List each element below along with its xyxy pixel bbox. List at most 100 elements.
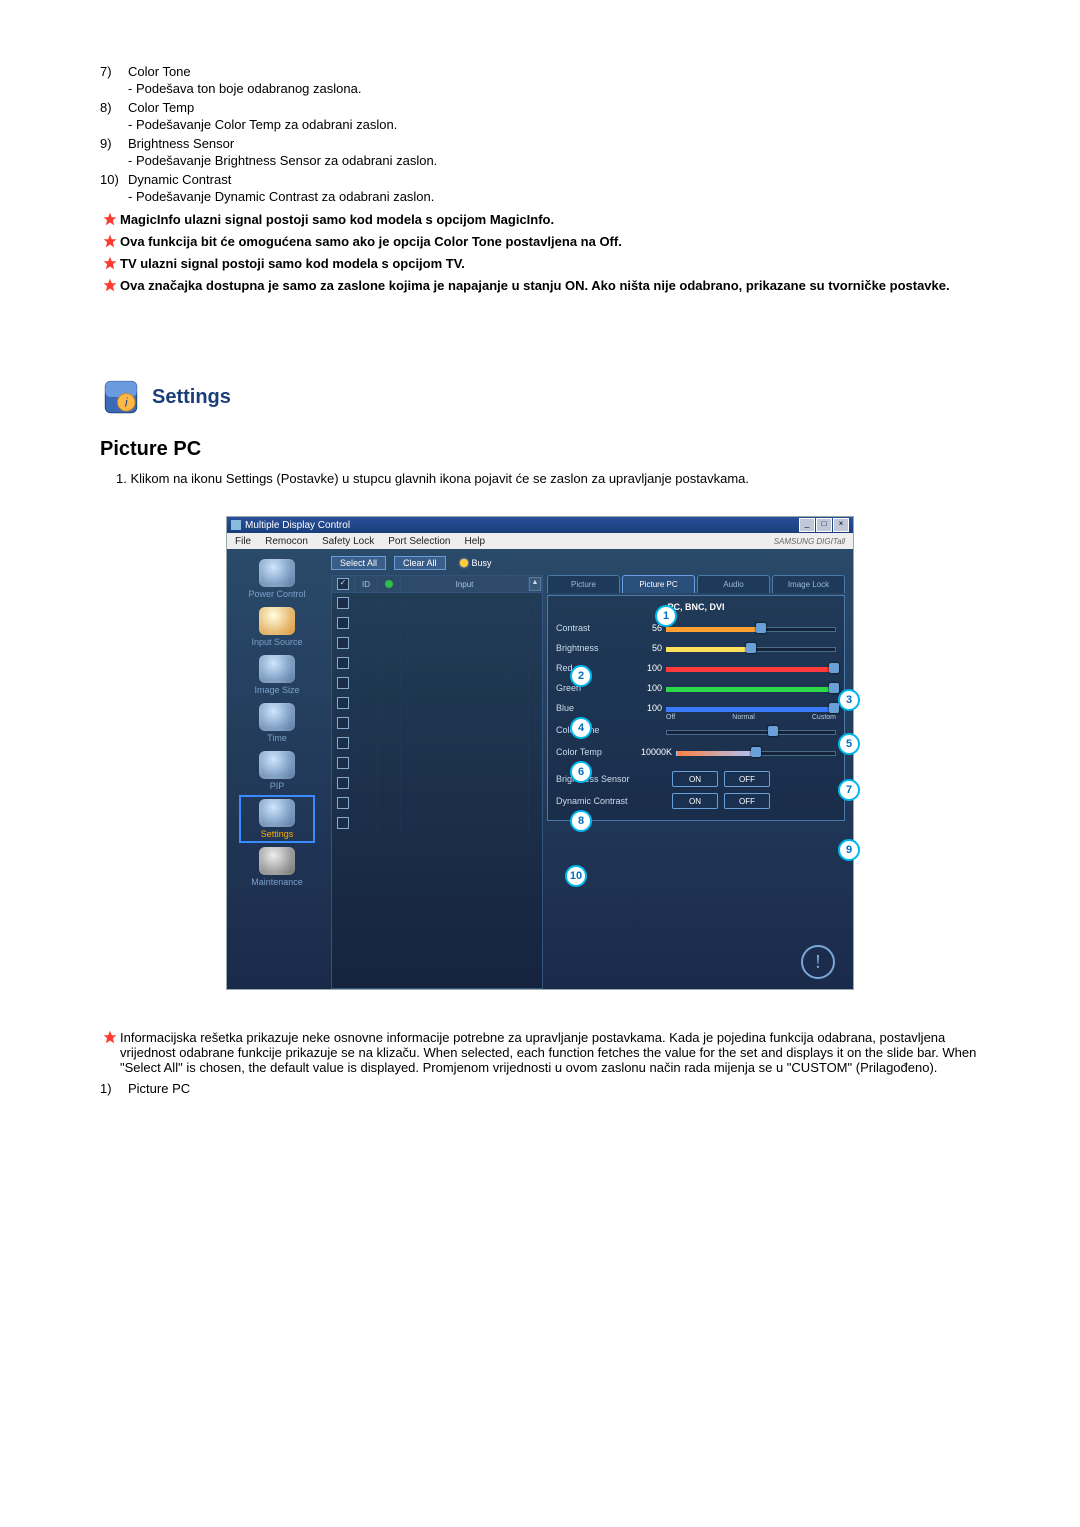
star-icon — [100, 1030, 120, 1075]
menu-portselection[interactable]: Port Selection — [388, 536, 450, 547]
star-icon — [100, 234, 120, 250]
option-list: 7) Color Tone - Podešava ton boje odabra… — [90, 64, 990, 204]
menu-help[interactable]: Help — [464, 536, 485, 547]
star-icon — [100, 212, 120, 228]
checkbox-icon[interactable] — [337, 637, 349, 649]
list-item: 8) Color Temp - Podešavanje Color Temp z… — [100, 100, 990, 132]
brightness-slider[interactable] — [666, 644, 836, 652]
checkbox-icon[interactable] — [337, 797, 349, 809]
checkbox-icon[interactable] — [337, 677, 349, 689]
bsensor-off-button[interactable]: OFF — [724, 771, 770, 787]
tab-image-lock[interactable]: Image Lock — [772, 575, 845, 593]
screenshot-container: Multiple Display Control _ □ × File Remo… — [90, 516, 990, 990]
callout-3: 3 — [838, 689, 860, 711]
tabs: Picture Picture PC Audio Image Lock — [547, 575, 845, 593]
checkbox-icon[interactable] — [337, 597, 349, 609]
tab-audio[interactable]: Audio — [697, 575, 770, 593]
window-titlebar: Multiple Display Control _ □ × — [227, 517, 853, 533]
sidebar-power-control[interactable]: Power Control — [241, 557, 313, 601]
row-contrast: Contrast 56 — [556, 618, 836, 638]
contrast-slider[interactable] — [666, 624, 836, 632]
checkbox-icon[interactable] — [337, 697, 349, 709]
table-row[interactable] — [332, 753, 542, 773]
scroll-up-icon[interactable]: ▲ — [529, 577, 541, 591]
select-all-button[interactable]: Select All — [331, 556, 386, 570]
footnote-block: Informacijska rešetka prikazuje neke osn… — [100, 1030, 980, 1098]
list-item: 9) Brightness Sensor - Podešavanje Brigh… — [100, 136, 990, 168]
close-button[interactable]: × — [833, 518, 849, 532]
row-colortemp: Color Temp 10000K — [556, 742, 836, 762]
page: 7) Color Tone - Podešava ton boje odabra… — [90, 0, 990, 1180]
table-row[interactable] — [332, 713, 542, 733]
sidebar-image-size[interactable]: Image Size — [241, 653, 313, 697]
table-row[interactable] — [332, 633, 542, 653]
star-icon — [100, 256, 120, 272]
table-row[interactable] — [332, 773, 542, 793]
sidebar-time[interactable]: Time — [241, 701, 313, 745]
table-row[interactable] — [332, 813, 542, 833]
list-title: Brightness Sensor — [128, 136, 990, 151]
menu-bar: File Remocon Safety Lock Port Selection … — [227, 533, 853, 549]
toolbar: Select All Clear All Busy — [331, 555, 845, 571]
maximize-button[interactable]: □ — [816, 518, 832, 532]
grid-header: ID Input ▲ — [332, 576, 542, 593]
callout-1: 1 — [655, 605, 677, 627]
checkbox-icon[interactable] — [337, 737, 349, 749]
settings-panel: Picture Picture PC Audio Image Lock PC, … — [547, 575, 845, 989]
panel-body: PC, BNC, DVI Contrast 56 Brightness 50 — [547, 595, 845, 821]
colortone-slider[interactable]: OffNormalCustom — [666, 723, 836, 737]
minimize-button[interactable]: _ — [799, 518, 815, 532]
info-grid: ID Input ▲ — [331, 575, 543, 989]
menu-safetylock[interactable]: Safety Lock — [322, 536, 374, 547]
mdc-window: Multiple Display Control _ □ × File Remo… — [226, 516, 854, 990]
red-slider[interactable] — [666, 664, 836, 672]
row-brightness: Brightness 50 — [556, 638, 836, 658]
tab-picture[interactable]: Picture — [547, 575, 620, 593]
table-row[interactable] — [332, 693, 542, 713]
footnote-star-row: Informacijska rešetka prikazuje neke osn… — [100, 1030, 980, 1075]
settings-heading: Settings — [152, 386, 231, 409]
window-title: Multiple Display Control — [245, 520, 350, 531]
table-row[interactable] — [332, 793, 542, 813]
dcontrast-off-button[interactable]: OFF — [724, 793, 770, 809]
list-title: Color Temp — [128, 100, 990, 115]
list-desc: - Podešavanje Color Temp za odabrani zas… — [128, 117, 990, 132]
grid-col-status — [378, 576, 401, 592]
callout-9: 9 — [838, 839, 860, 861]
colortemp-slider[interactable] — [676, 748, 836, 756]
checkbox-icon[interactable] — [337, 817, 349, 829]
checkbox-icon[interactable] — [337, 777, 349, 789]
table-row[interactable] — [332, 673, 542, 693]
menu-remocon[interactable]: Remocon — [265, 536, 308, 547]
tab-picture-pc[interactable]: Picture PC — [622, 575, 695, 593]
blue-slider[interactable] — [666, 704, 836, 712]
list-title: Dynamic Contrast — [128, 172, 990, 187]
sidebar-input-source[interactable]: Input Source — [241, 605, 313, 649]
grid-col-input: Input — [401, 576, 529, 592]
picture-pc-heading: Picture PC — [100, 438, 990, 461]
table-row[interactable] — [332, 613, 542, 633]
info-circle-icon[interactable]: ! — [801, 945, 835, 979]
bsensor-on-button[interactable]: ON — [672, 771, 718, 787]
checkbox-icon[interactable] — [337, 578, 349, 590]
brand-label: SAMSUNG DIGITall — [774, 537, 845, 546]
checkbox-icon[interactable] — [337, 757, 349, 769]
list-num: 7) — [100, 64, 128, 96]
checkbox-icon[interactable] — [337, 617, 349, 629]
dcontrast-on-button[interactable]: ON — [672, 793, 718, 809]
checkbox-icon[interactable] — [337, 717, 349, 729]
sidebar-maintenance[interactable]: Maintenance — [241, 845, 313, 889]
checkbox-icon[interactable] — [337, 657, 349, 669]
table-row[interactable] — [332, 593, 542, 613]
settings-header: i Settings — [100, 376, 990, 418]
sidebar-settings[interactable]: Settings — [241, 797, 313, 841]
callout-4: 4 — [570, 717, 592, 739]
maintenance-icon — [259, 847, 295, 875]
grid-col-check[interactable] — [332, 576, 355, 592]
clear-all-button[interactable]: Clear All — [394, 556, 446, 570]
sidebar-pip[interactable]: PIP — [241, 749, 313, 793]
green-slider[interactable] — [666, 684, 836, 692]
table-row[interactable] — [332, 733, 542, 753]
table-row[interactable] — [332, 653, 542, 673]
menu-file[interactable]: File — [235, 536, 251, 547]
